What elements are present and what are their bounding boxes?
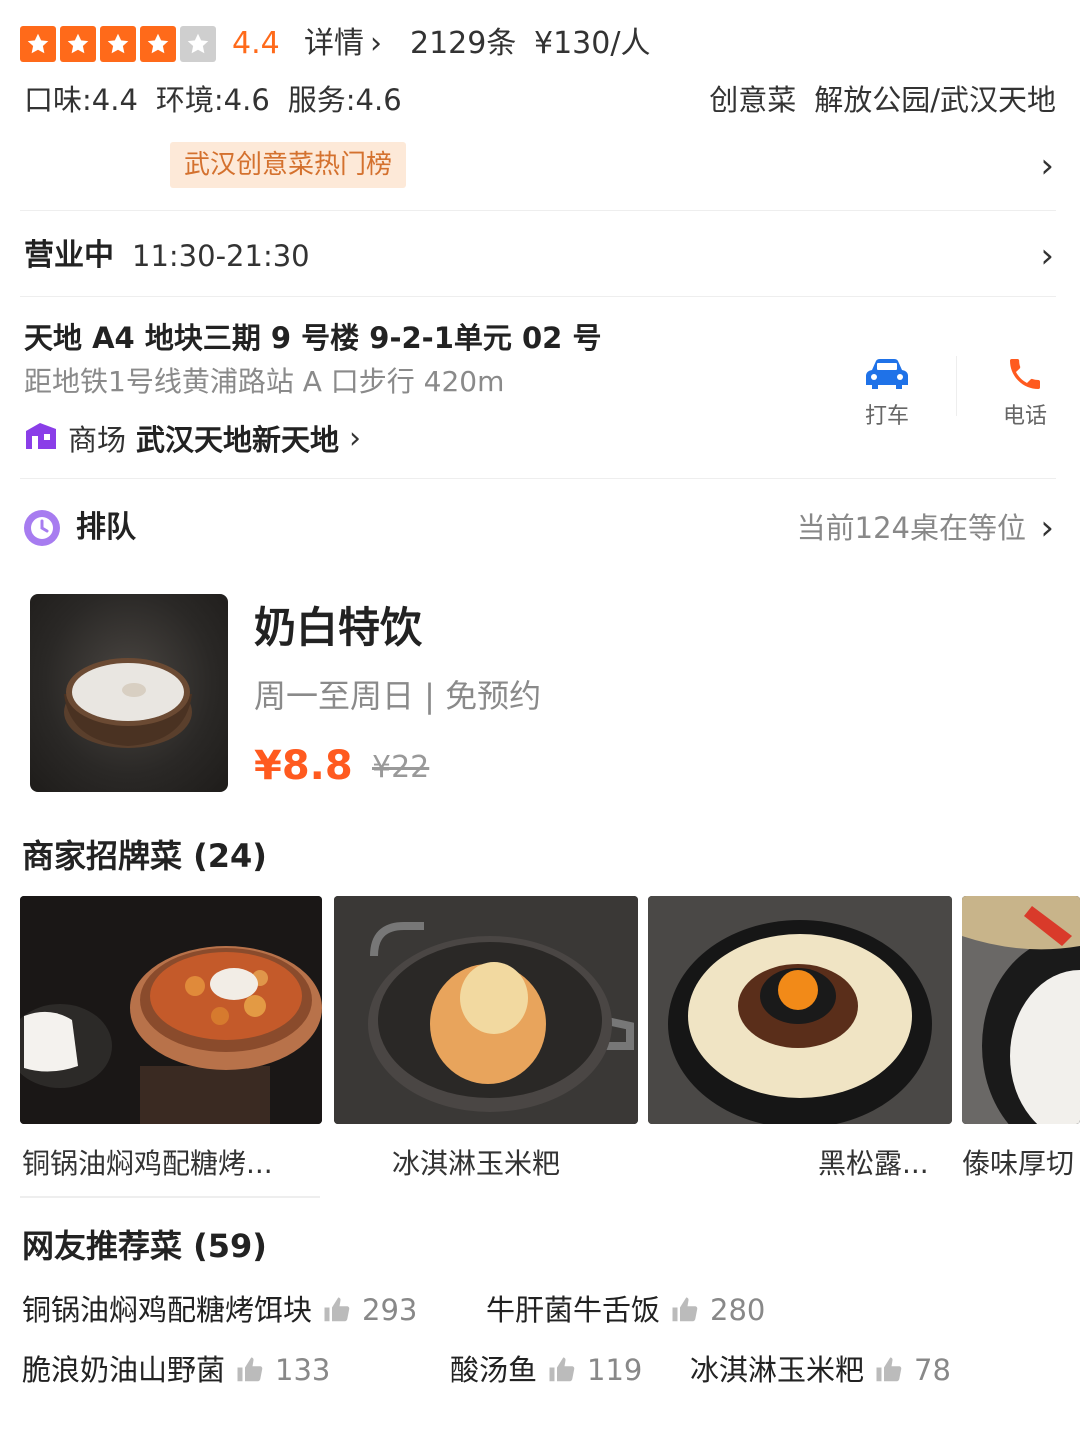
- dish-image[interactable]: [334, 896, 638, 1124]
- star-rating: [20, 26, 216, 62]
- category-tags: 创意菜 解放公园/武汉天地: [709, 80, 1056, 120]
- dish-image[interactable]: [648, 896, 952, 1124]
- recommended-item-name: 冰淇淋玉米粑: [690, 1353, 865, 1387]
- mall-name: 武汉天地新天地: [136, 423, 340, 457]
- thumbs-up-icon: [876, 1357, 902, 1382]
- business-status: 营业中: [24, 238, 114, 273]
- chevron-right-icon[interactable]: ›: [1040, 146, 1054, 186]
- rank-badge[interactable]: 武汉创意菜热门榜: [170, 142, 407, 188]
- dish-name[interactable]: 黑松露...: [818, 1144, 958, 1184]
- star-icon: [100, 26, 136, 62]
- divider: [20, 210, 1056, 211]
- recommended-item-name: 牛肝菌牛舌饭: [486, 1293, 661, 1327]
- recommended-item-count: 280: [710, 1293, 766, 1327]
- dish-image[interactable]: [962, 896, 1080, 1124]
- thumbs-up-icon: [549, 1357, 575, 1382]
- area-tag[interactable]: 解放公园/武汉天地: [814, 80, 1056, 120]
- signature-dishes-title[interactable]: 商家招牌菜 (24): [22, 834, 267, 878]
- address-line[interactable]: 天地 A4 地块三期 9 号楼 9-2-1单元 02 号: [24, 318, 601, 358]
- business-hours: 11:30-21:30: [132, 239, 310, 273]
- thumbs-up-icon: [237, 1357, 263, 1382]
- recommended-item[interactable]: 脆浪奶油山野菌 133: [22, 1350, 330, 1390]
- rating-score: 4.4: [232, 26, 280, 61]
- chevron-right-icon: ›: [370, 26, 382, 61]
- metro-distance: 距地铁1号线黄浦路站 A 口步行 420m: [24, 365, 505, 398]
- thumbs-up-icon: [324, 1297, 350, 1322]
- phone-icon: [980, 352, 1070, 396]
- star-icon: [180, 26, 216, 62]
- dish-name[interactable]: 傣味厚切: [962, 1144, 1080, 1184]
- divider: [956, 356, 957, 416]
- recommended-item-count: 78: [914, 1353, 951, 1387]
- queue-status[interactable]: 当前124桌在等位: [797, 508, 1026, 548]
- recommended-item-count: 293: [362, 1293, 418, 1327]
- deal-image[interactable]: [30, 594, 228, 792]
- divider: [20, 296, 1056, 297]
- chevron-right-icon: ›: [349, 420, 362, 456]
- divider: [20, 478, 1056, 479]
- cuisine-tag[interactable]: 创意菜: [709, 80, 796, 120]
- deal-price: ¥8.8: [254, 743, 353, 789]
- star-icon: [60, 26, 96, 62]
- taxi-label: 打车: [864, 404, 909, 429]
- deal-subtitle: 周一至周日 | 免预约: [254, 677, 542, 715]
- recommended-item[interactable]: 酸汤鱼 119: [450, 1350, 642, 1390]
- recommended-item[interactable]: 牛肝菌牛舌饭 280: [486, 1290, 765, 1330]
- sub-scores: 口味:4.4 环境:4.6 服务:4.6: [24, 80, 402, 120]
- service-score: 服务:4.6: [287, 83, 402, 117]
- details-link[interactable]: 详情 ›: [304, 24, 382, 64]
- recommended-item-count: 119: [587, 1353, 643, 1387]
- recommended-item[interactable]: 冰淇淋玉米粑 78: [690, 1350, 951, 1390]
- recommended-item-count: 133: [275, 1353, 331, 1387]
- mall-icon: [24, 419, 58, 458]
- recommended-dishes-title[interactable]: 网友推荐菜 (59): [22, 1224, 267, 1268]
- recommended-item[interactable]: 铜锅油焖鸡配糖烤饵块 293: [22, 1290, 417, 1330]
- star-icon: [140, 26, 176, 62]
- recommended-item-name: 铜锅油焖鸡配糖烤饵块: [22, 1293, 313, 1327]
- taxi-button[interactable]: 打车: [842, 352, 932, 430]
- divider: [20, 1196, 320, 1198]
- dish-image[interactable]: [20, 896, 322, 1124]
- deal-original-price: ¥22: [372, 750, 430, 785]
- star-icon: [20, 26, 56, 62]
- environment-score: 环境:4.6: [155, 83, 270, 117]
- clock-icon: [22, 508, 62, 548]
- phone-label: 电话: [1002, 404, 1047, 429]
- car-icon: [842, 352, 932, 396]
- dish-name[interactable]: 冰淇淋玉米粑: [392, 1144, 632, 1184]
- reviews-count[interactable]: 2129条: [410, 24, 516, 64]
- queue-title: 排队: [76, 510, 136, 545]
- deal-title[interactable]: 奶白特饮: [254, 600, 422, 656]
- thumbs-up-icon: [672, 1297, 698, 1322]
- phone-button[interactable]: 电话: [980, 352, 1070, 430]
- recommended-item-name: 脆浪奶油山野菌: [22, 1353, 226, 1387]
- chevron-right-icon[interactable]: ›: [1040, 236, 1054, 276]
- recommended-item-name: 酸汤鱼: [450, 1353, 538, 1387]
- mall-link[interactable]: 商场 武汉天地新天地 ›: [24, 416, 361, 460]
- chevron-right-icon[interactable]: ›: [1040, 508, 1054, 548]
- dish-name[interactable]: 铜锅油焖鸡配糖烤...: [22, 1144, 312, 1184]
- details-label: 详情: [304, 26, 364, 61]
- taste-score: 口味:4.4: [24, 83, 138, 117]
- price-per-person: ¥130/人: [534, 26, 651, 61]
- mall-label: 商场: [68, 423, 127, 457]
